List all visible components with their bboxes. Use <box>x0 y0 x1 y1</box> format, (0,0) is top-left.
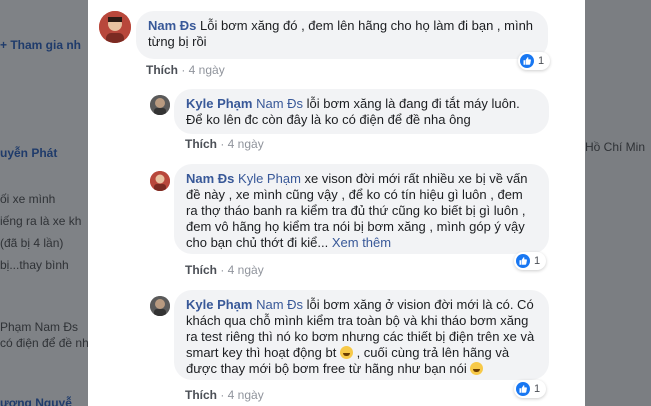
like-link[interactable]: Thích <box>146 63 178 77</box>
bg-author-name: uyễn Phát <box>0 146 58 160</box>
comment-author[interactable]: Nam Đs <box>148 18 196 33</box>
comment-bubble: Kyle Phạm Nam Đs lỗi bơm xăng là đang đi… <box>174 89 549 134</box>
comment-actions: Thích · 4 ngày <box>185 137 264 151</box>
comment-mention[interactable]: Kyle Phạm <box>234 171 301 186</box>
like-reaction-icon <box>516 254 530 268</box>
comment-actions: Thích · 4 ngày <box>185 388 264 402</box>
bg-join-button: + Tham gia nh <box>0 38 82 52</box>
comment-actions: Thích · 4 ngày <box>146 63 225 77</box>
background-left-column: + Tham gia nh uyễn Phát ối xe mình iếng … <box>0 0 88 406</box>
reaction-badge[interactable]: 1 <box>514 252 546 270</box>
comment-bubble: Kyle Phạm Nam Đs lỗi bơm xăng ở vision đ… <box>174 290 549 380</box>
avatar[interactable] <box>99 11 131 43</box>
comment-timestamp[interactable]: 4 ngày <box>189 63 225 77</box>
bg-text-line: có điện để đề nhé <box>0 336 88 350</box>
avatar[interactable] <box>150 95 170 115</box>
reaction-badge[interactable]: 1 <box>518 52 550 70</box>
laughing-emoji-icon <box>339 346 353 359</box>
like-link[interactable]: Thích <box>185 388 217 402</box>
comment-mention[interactable]: Nam Đs <box>252 297 303 312</box>
avatar[interactable] <box>150 171 170 191</box>
like-link[interactable]: Thích <box>185 137 217 151</box>
comment-bubble: Nam Đs Lỗi bơm xăng đó , đem lên hãng ch… <box>136 11 548 59</box>
bg-text-line: bị...thay bình <box>0 258 69 272</box>
comment-mention[interactable]: Nam Đs <box>252 96 303 111</box>
avatar[interactable] <box>150 296 170 316</box>
smiling-emoji-icon <box>470 362 484 375</box>
like-reaction-icon <box>516 382 530 396</box>
see-more-link[interactable]: Xem thêm <box>328 235 391 250</box>
comment-author[interactable]: Nam Đs <box>186 171 234 186</box>
background-right-column: Hồ Chí Min <box>585 0 651 406</box>
comment-timestamp[interactable]: 4 ngày <box>228 263 264 277</box>
bg-text-line: ối xe mình <box>0 192 56 206</box>
bg-text-line: iếng ra là xe kh <box>0 214 82 228</box>
bg-location-text: Hồ Chí Min <box>585 140 646 154</box>
reaction-badge[interactable]: 1 <box>514 380 546 398</box>
reaction-count: 1 <box>534 255 541 267</box>
reaction-count: 1 <box>538 55 545 67</box>
bg-text-line: (đã bị 4 lần) <box>0 236 64 250</box>
reaction-count: 1 <box>534 383 541 395</box>
comment-timestamp[interactable]: 4 ngày <box>228 388 264 402</box>
comments-panel: Nam Đs Lỗi bơm xăng đó , đem lên hãng ch… <box>88 0 585 406</box>
bg-text-line: Phạm Nam Đs <box>0 320 79 334</box>
like-link[interactable]: Thích <box>185 263 217 277</box>
comment-author[interactable]: Kyle Phạm <box>186 297 252 312</box>
like-reaction-icon <box>520 54 534 68</box>
bg-author-name: ương Nguyễ <box>0 396 72 406</box>
comment-actions: Thích · 4 ngày <box>185 263 264 277</box>
comment-author[interactable]: Kyle Phạm <box>186 96 252 111</box>
comment-text: Lỗi bơm xăng đó , đem lên hãng cho họ là… <box>148 18 534 49</box>
comment-timestamp[interactable]: 4 ngày <box>228 137 264 151</box>
comment-bubble: Nam Đs Kyle Phạm xe vison đời mới rất nh… <box>174 164 549 254</box>
